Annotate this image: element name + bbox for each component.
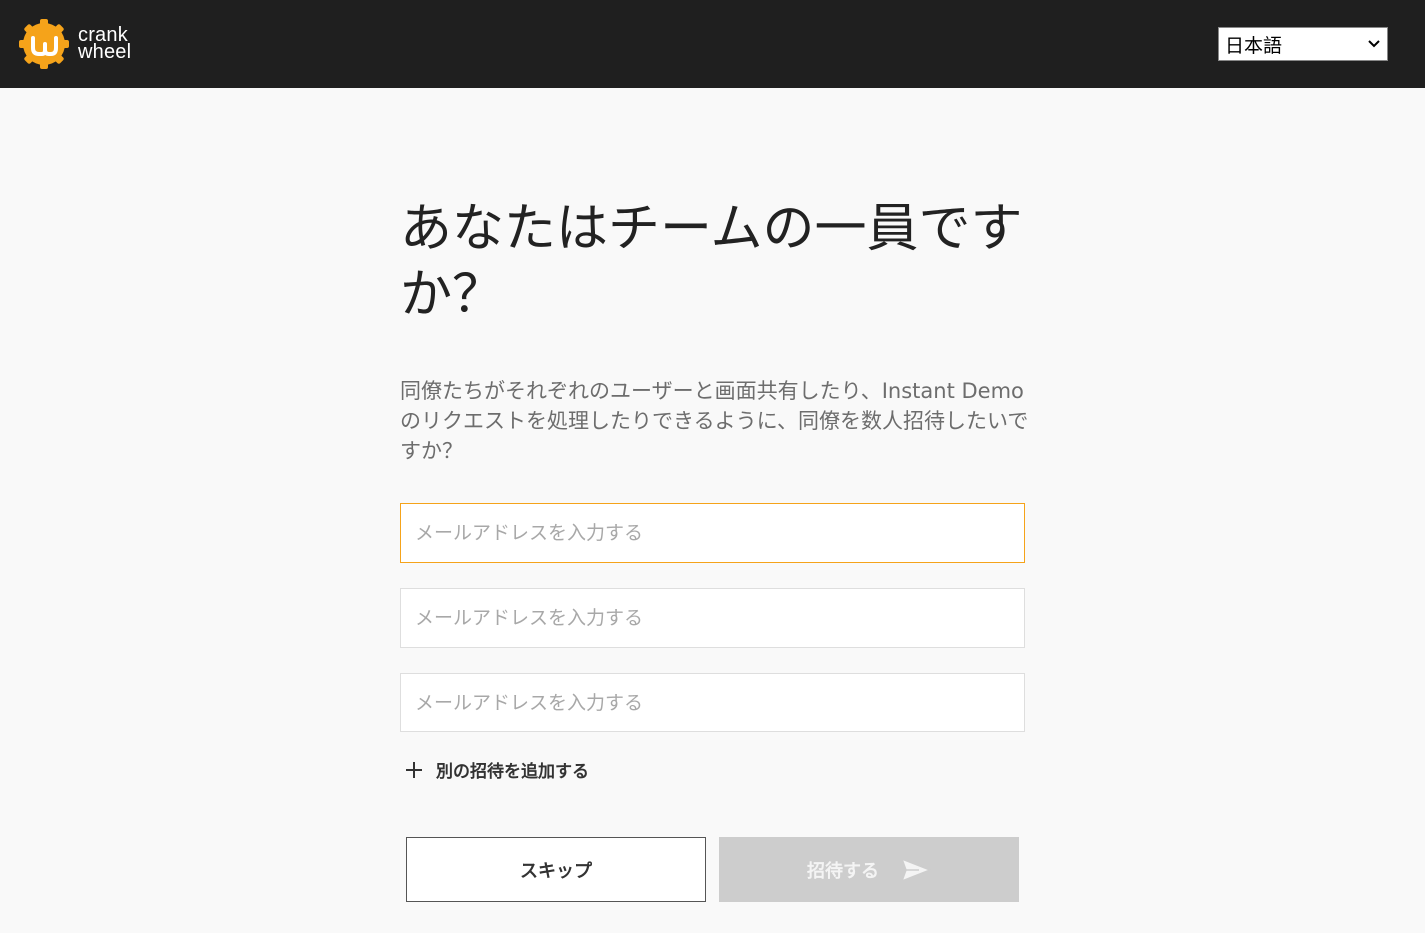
page-description: 同僚たちがそれぞれのユーザーと画面共有したり、Instant Demoのリクエス… <box>400 379 1029 463</box>
invite-button[interactable]: 招待する <box>719 837 1019 902</box>
top-bar: crank wheel 日本語 <box>0 0 1425 88</box>
skip-button-label: スキップ <box>520 860 592 882</box>
crankwheel-logo[interactable]: crank wheel <box>18 18 131 70</box>
logo-wordmark: crank wheel <box>78 25 132 63</box>
language-select-value: 日本語 <box>1225 34 1283 57</box>
plus-icon <box>406 761 422 778</box>
crankwheel-logo-icon <box>19 19 69 69</box>
skip-button[interactable]: スキップ <box>406 837 706 902</box>
send-icon <box>901 857 931 882</box>
email-field-1[interactable] <box>400 503 1025 563</box>
add-invite-label: 別の招待を追加する <box>436 762 589 782</box>
language-select[interactable]: 日本語 <box>1218 27 1388 61</box>
invite-button-label: 招待する <box>807 860 879 882</box>
page-title: あなたはチームの一員ですか？ <box>400 199 1023 325</box>
chevron-down-icon <box>1368 40 1380 48</box>
add-invite-button[interactable]: 別の招待を追加する <box>404 757 589 782</box>
email-field-3[interactable] <box>400 673 1025 732</box>
email-field-2[interactable] <box>400 588 1025 648</box>
logo-line-2: wheel <box>78 41 132 63</box>
